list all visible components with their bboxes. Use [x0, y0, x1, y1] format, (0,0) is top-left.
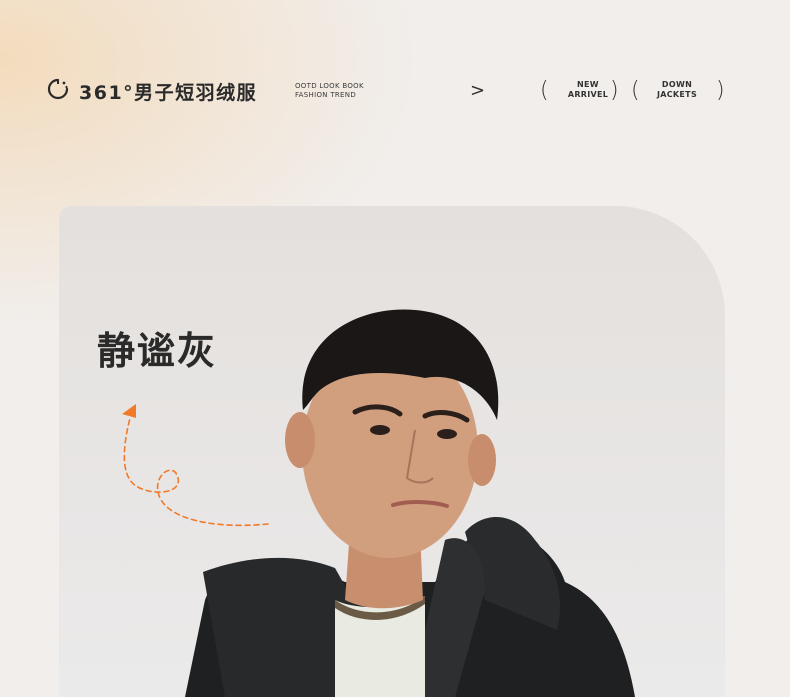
- tagline: OOTD LOOK BOOK FASHION TREND: [295, 82, 364, 100]
- loading-circle-icon: [47, 78, 69, 100]
- pill-new-close-paren: ): [610, 78, 619, 103]
- pill-down-line1: DOWN: [661, 80, 693, 89]
- model-photo: [185, 309, 635, 697]
- pill-new-line2: ARRIVEL: [567, 90, 609, 99]
- lookbook-header: 361°男子短羽绒服 OOTD LOOK BOOK FASHION TREND …: [0, 0, 790, 180]
- tagline-line2: FASHION TREND: [295, 91, 357, 99]
- brand-title: 361°男子短羽绒服: [79, 82, 258, 104]
- pill-down-close-paren: ): [716, 78, 725, 103]
- next-arrow[interactable]: >: [470, 80, 485, 101]
- pill-new-line1: NEW: [577, 80, 599, 89]
- pill-new-open-paren: (: [540, 78, 549, 103]
- pill-down-jackets[interactable]: DOWN JACKETS: [647, 80, 707, 100]
- pill-down-open-paren: (: [631, 78, 640, 103]
- pill-down-line2: JACKETS: [656, 90, 698, 99]
- pill-new-arrival[interactable]: NEW ARRIVEL: [558, 80, 618, 100]
- tagline-line1: OOTD LOOK BOOK: [295, 82, 364, 90]
